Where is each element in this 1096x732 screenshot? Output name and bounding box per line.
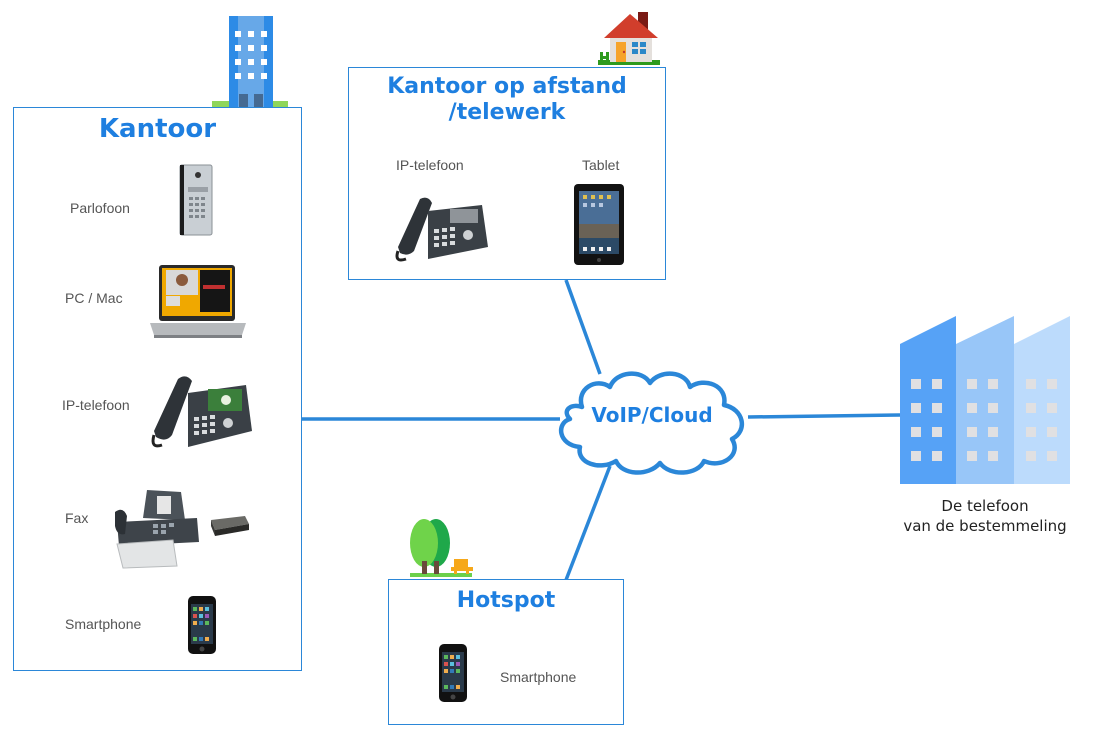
smartphone-icon (188, 596, 216, 654)
tablet-icon (574, 184, 624, 265)
destination-label-line2: van de bestemmeling (903, 517, 1067, 535)
office-title: Kantoor (98, 114, 217, 144)
office-device-label-ipphone: IP-telefoon (62, 397, 130, 413)
office-device-label-smartphone: Smartphone (65, 616, 142, 632)
remote-office-title-line1: Kantoor op afstand (387, 74, 627, 99)
office-building-icon (212, 16, 288, 108)
remote-device-label-ipphone: IP-telefoon (396, 157, 464, 173)
remote-device-label-tablet: Tablet (582, 157, 620, 173)
fax-machine-icon (115, 490, 199, 569)
destination-label-line1: De telefoon (941, 497, 1029, 515)
line-remote-cloud (564, 279, 602, 375)
destination-buildings-icon (900, 316, 1070, 484)
remote-office-title-line2: /telewerk (448, 100, 566, 125)
house-icon (598, 12, 660, 65)
office-device-label-pc: PC / Mac (65, 290, 123, 306)
laptop-icon (150, 265, 246, 338)
door-intercom-icon (179, 164, 213, 236)
cloud-label: VoIP/Cloud (591, 403, 713, 427)
office-device-label-intercom: Parlofoon (70, 200, 130, 216)
hotspot-title: Hotspot (456, 588, 556, 613)
ip-desk-phone-icon (151, 376, 252, 448)
hotspot-device-label-smartphone: Smartphone (500, 669, 577, 685)
line-cloud-destination (747, 413, 901, 419)
fax-adapter-icon (211, 516, 249, 536)
office-device-label-fax: Fax (65, 510, 89, 526)
ip-desk-phone-icon (395, 197, 488, 262)
park-trees-icon (410, 519, 473, 577)
smartphone-icon (439, 644, 467, 702)
line-cloud-hotspot (564, 465, 612, 581)
